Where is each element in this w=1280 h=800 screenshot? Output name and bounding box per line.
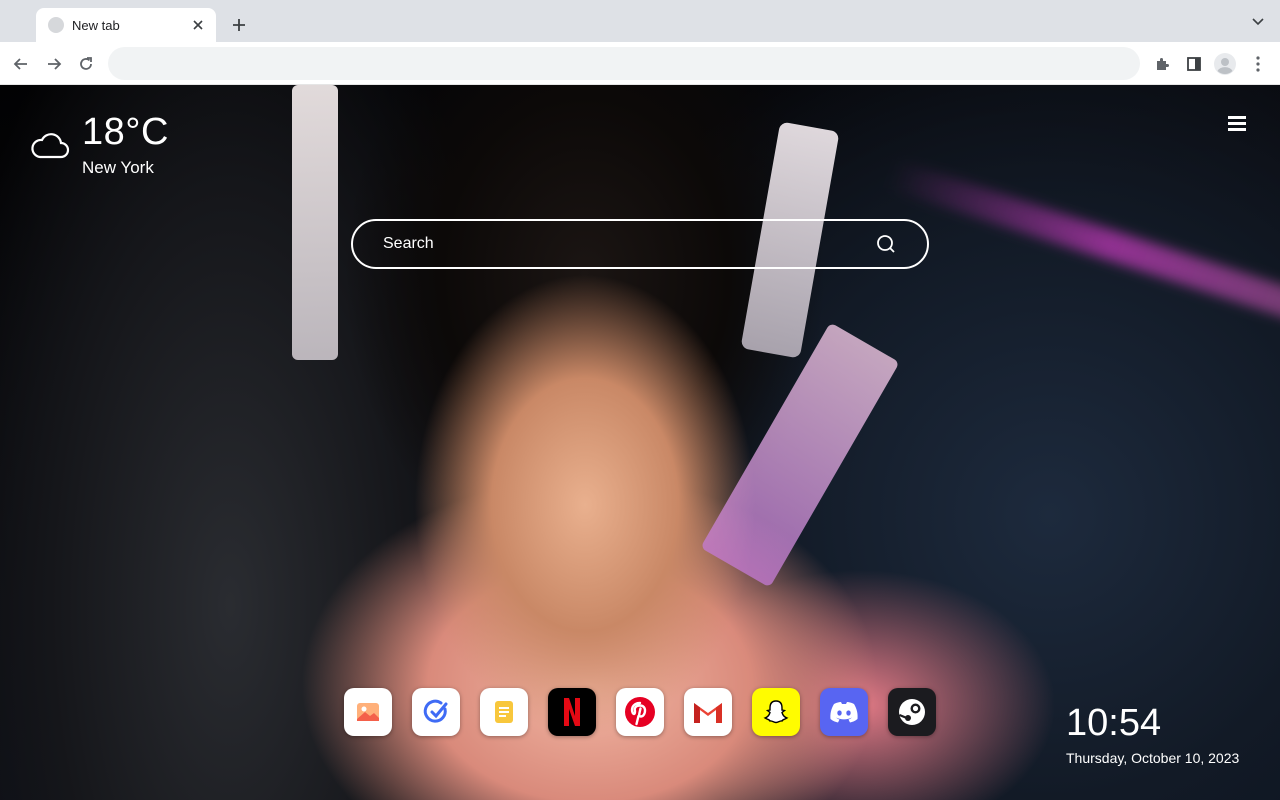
shortcut-netflix[interactable] xyxy=(548,688,596,736)
shortcut-dock xyxy=(344,688,936,736)
weather-temperature: 18°C xyxy=(82,111,169,153)
tab-search-chevron-icon[interactable] xyxy=(1250,14,1266,30)
tab-close-icon[interactable] xyxy=(190,17,206,33)
weather-widget[interactable]: 18°C New York xyxy=(30,112,169,178)
discord-icon xyxy=(830,702,858,723)
kebab-menu-icon[interactable] xyxy=(1246,52,1270,76)
back-arrow-icon[interactable] xyxy=(10,53,32,75)
new-tab-plus-icon[interactable] xyxy=(228,14,250,36)
forward-arrow-icon[interactable] xyxy=(43,53,65,75)
search-icon[interactable] xyxy=(875,233,897,255)
weather-city: New York xyxy=(82,158,154,177)
browser-toolbar xyxy=(0,42,1280,85)
tab-title: New tab xyxy=(72,17,120,33)
netflix-icon xyxy=(564,698,580,726)
shortcut-gmail[interactable] xyxy=(684,688,732,736)
shortcut-photos[interactable] xyxy=(344,688,392,736)
snapchat-icon xyxy=(763,700,789,724)
reload-icon[interactable] xyxy=(75,53,97,75)
steam-icon xyxy=(899,699,925,725)
shortcut-discord[interactable] xyxy=(820,688,868,736)
shortcut-pinterest[interactable] xyxy=(616,688,664,736)
tab-new-tab[interactable]: New tab xyxy=(36,8,216,42)
hamburger-menu-icon[interactable] xyxy=(1228,116,1250,134)
tab-favicon-icon xyxy=(48,17,64,33)
check-circle-icon xyxy=(423,699,448,723)
wallpaper-headphone-disc xyxy=(700,322,900,588)
search-bar xyxy=(351,219,929,269)
profile-avatar-icon[interactable] xyxy=(1213,52,1237,76)
shortcut-steam[interactable] xyxy=(888,688,936,736)
wallpaper-glow xyxy=(886,159,1280,331)
clock-date: Thursday, October 10, 2023 xyxy=(1066,750,1240,766)
clock-widget: 10:54 Thursday, October 10, 2023 xyxy=(1066,702,1239,766)
clock-time: 10:54 xyxy=(1066,702,1162,744)
shortcut-snapchat[interactable] xyxy=(752,688,800,736)
tab-strip: New tab xyxy=(0,0,1280,42)
search-input[interactable] xyxy=(353,221,875,267)
shortcut-todo[interactable] xyxy=(412,688,460,736)
gmail-icon xyxy=(694,703,722,723)
address-bar[interactable] xyxy=(108,47,1140,80)
side-panel-icon[interactable] xyxy=(1182,52,1206,76)
extensions-puzzle-icon[interactable] xyxy=(1150,52,1174,76)
cloud-icon xyxy=(31,133,70,159)
shortcut-notes[interactable] xyxy=(480,688,528,736)
pinterest-icon xyxy=(625,697,655,727)
notes-icon xyxy=(495,701,513,723)
wallpaper-headphone-left xyxy=(292,85,338,360)
gallery-icon xyxy=(357,703,379,721)
